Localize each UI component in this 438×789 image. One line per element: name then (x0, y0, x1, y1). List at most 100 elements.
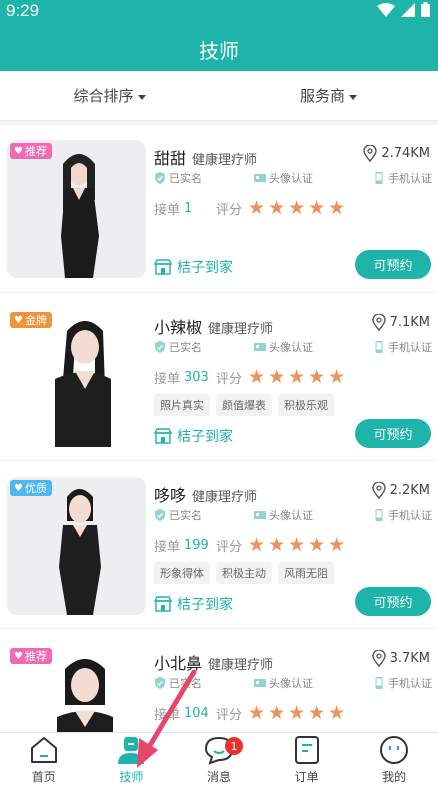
tab-messages-label: 消息 (206, 770, 231, 784)
heart-icon: ♥ (14, 482, 23, 494)
shield-check-icon (155, 677, 165, 689)
tab-home[interactable]: 首页 (0, 733, 88, 789)
technician-card[interactable]: ♥ 金牌 小辣椒 健康理疗师 7.1KM 已实名 头像认证 手机认证 接单 303… (0, 294, 438, 461)
technician-card[interactable]: ♥ 优质 哆哆 健康理疗师 2.2KM 已实名 头像认证 手机认证 接单 199 … (0, 462, 438, 629)
book-button[interactable]: 可预约 (355, 587, 431, 616)
verified-phone: 手机认证 (373, 170, 432, 186)
badge-label: 优质 (24, 482, 47, 495)
sort-filter-label: 综合排序 (73, 87, 134, 105)
order-label: 接单 (154, 202, 181, 218)
verified-name-label: 已实名 (169, 341, 202, 354)
verified-phone-label: 手机认证 (388, 341, 432, 354)
technician-title: 健康理疗师 (208, 658, 274, 673)
heart-icon: ♥ (14, 314, 23, 326)
verified-name: 已实名 (154, 675, 202, 691)
rating-label: 评分 (216, 202, 243, 218)
tag: 颜值爆表 (216, 394, 272, 416)
provider-filter[interactable]: 服务商 (219, 71, 438, 120)
battery-icon (421, 2, 430, 17)
distance: 2.2KM (371, 482, 430, 499)
technician-badge: ♥ 推荐 (10, 648, 52, 664)
app-header: 9:29 技师 (0, 0, 438, 71)
shop-link[interactable]: 桔子到家 (154, 426, 233, 446)
verified-avatar: 头像认证 (254, 170, 313, 186)
sort-filter[interactable]: 综合排序 (0, 71, 219, 120)
tab-technician[interactable]: 技师 (88, 733, 176, 789)
distance-value: 3.7KM (389, 651, 430, 666)
technician-photo: ♥ 推荐 (7, 645, 146, 732)
tab-messages[interactable]: 1 消息 (175, 733, 263, 789)
distance-value: 2.2KM (389, 483, 430, 498)
badge-label: 推荐 (24, 145, 47, 158)
profile-icon (380, 736, 409, 764)
phone-icon (375, 341, 383, 353)
badge-label: 金牌 (24, 314, 47, 327)
verified-phone-label: 手机认证 (388, 172, 432, 185)
technician-card[interactable]: ♥ 推荐 甜甜 健康理疗师 2.74KM 已实名 头像认证 手机认证 接单 1 评… (0, 125, 438, 293)
verified-avatar-label: 头像认证 (269, 509, 313, 522)
order-rating-row: 接单 104 评分 ★★★★★ (154, 702, 348, 724)
tab-profile-label: 我的 (382, 770, 407, 784)
technician-badge: ♥ 推荐 (10, 143, 52, 159)
verified-avatar-label: 头像认证 (269, 677, 313, 690)
store-icon (154, 428, 172, 444)
verified-name-label: 已实名 (169, 509, 202, 522)
rating-label: 评分 (216, 371, 243, 387)
technician-name: 甜甜 (154, 149, 187, 168)
technician-list[interactable]: ♥ 推荐 甜甜 健康理疗师 2.74KM 已实名 头像认证 手机认证 接单 1 评… (0, 125, 438, 732)
technician-name: 小北鼻 (154, 654, 203, 673)
order-count: 104 (184, 705, 209, 721)
heart-icon: ♥ (14, 145, 23, 157)
distance-value: 2.74KM (381, 146, 430, 161)
home-icon (30, 737, 57, 763)
star-rating: ★★★★★ (248, 366, 349, 388)
verified-phone-label: 手机认证 (388, 677, 432, 690)
verified-avatar: 头像认证 (254, 339, 313, 355)
rating-label: 评分 (216, 539, 243, 555)
technician-icon (118, 737, 145, 764)
technician-card[interactable]: ♥ 推荐 小北鼻 健康理疗师 3.7KM 已实名 头像认证 手机认证 接单 104… (0, 630, 438, 732)
order-count: 199 (184, 537, 209, 553)
book-button[interactable]: 可预约 (355, 250, 431, 279)
technician-name: 小辣椒 (154, 318, 203, 337)
star-rating: ★★★★★ (248, 534, 349, 556)
tab-technician-label: 技师 (119, 770, 144, 784)
book-button[interactable]: 可预约 (355, 419, 431, 448)
notification-badge: 1 (224, 737, 243, 755)
tab-profile[interactable]: 我的 (350, 733, 438, 789)
shop-name: 桔子到家 (177, 429, 233, 445)
verified-avatar-label: 头像认证 (269, 172, 313, 185)
verified-name: 已实名 (154, 339, 202, 355)
tag-list: 形象得体 积极主动 风雨无阻 (154, 562, 334, 584)
technician-photo: ♥ 金牌 (7, 309, 146, 447)
location-pin-icon (371, 482, 386, 499)
order-count: 1 (184, 200, 193, 216)
phone-icon (375, 172, 383, 184)
name-row: 小北鼻 健康理疗师 (154, 650, 273, 674)
id-card-icon (254, 174, 266, 182)
order-label: 接单 (154, 707, 181, 723)
shop-link[interactable]: 桔子到家 (154, 594, 233, 614)
provider-filter-label: 服务商 (299, 87, 345, 105)
status-time: 9:29 (6, 1, 40, 20)
location-pin-icon (371, 314, 386, 331)
tab-orders[interactable]: 订单 (263, 733, 351, 789)
shop-link[interactable]: 桔子到家 (154, 257, 233, 277)
order-label: 接单 (154, 371, 181, 387)
distance: 3.7KM (371, 650, 430, 667)
technician-badge: ♥ 金牌 (10, 312, 52, 328)
shield-check-icon (155, 172, 165, 184)
wifi-icon (377, 2, 395, 17)
verified-avatar: 头像认证 (254, 675, 313, 691)
id-card-icon (254, 679, 266, 687)
tag-list: 照片真实 颜值爆表 积极乐观 (154, 394, 334, 416)
shop-name: 桔子到家 (177, 260, 233, 276)
badge-label: 推荐 (24, 650, 47, 663)
store-icon (154, 596, 172, 612)
tag: 积极主动 (216, 562, 272, 584)
tab-orders-label: 订单 (294, 770, 319, 784)
shop-name: 桔子到家 (177, 597, 233, 613)
tag: 照片真实 (154, 394, 210, 416)
id-card-icon (254, 511, 266, 519)
distance: 7.1KM (371, 314, 430, 331)
